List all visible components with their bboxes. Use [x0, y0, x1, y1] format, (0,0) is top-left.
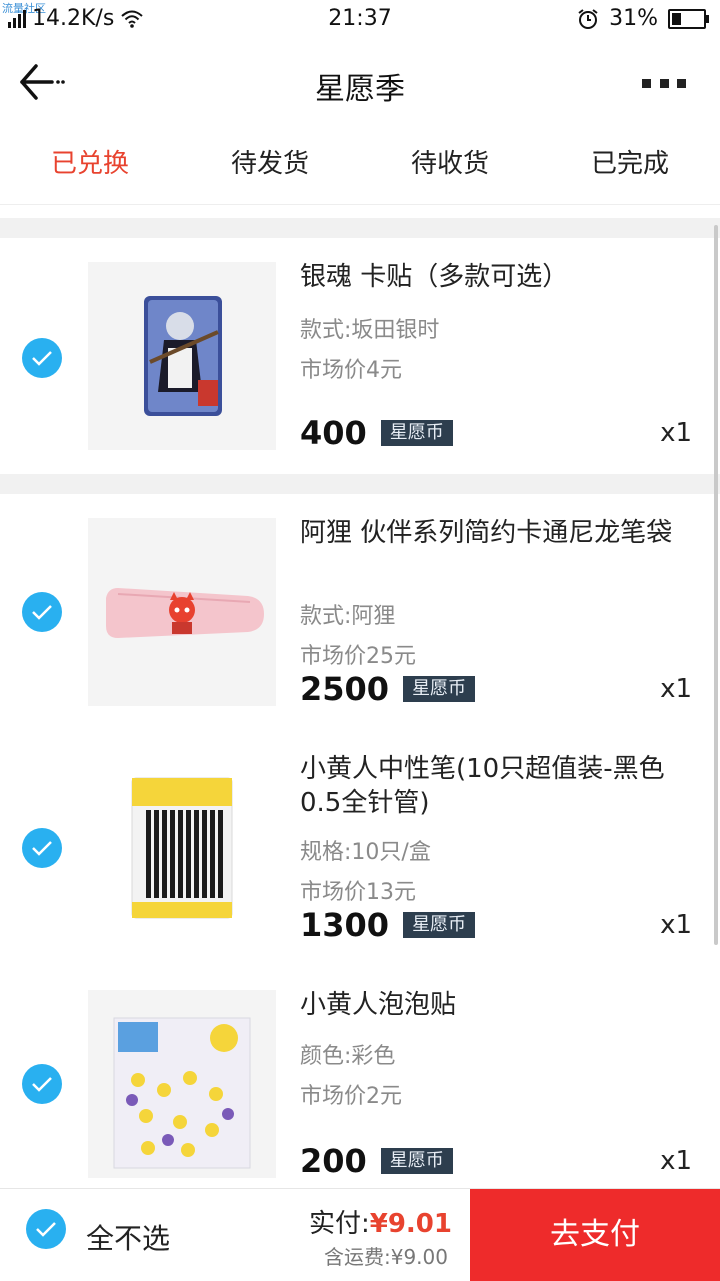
select-all-checkbox[interactable]	[26, 1209, 66, 1249]
section-divider	[0, 474, 720, 494]
pay-amount: ¥9.01	[369, 1209, 452, 1239]
header: 星愿季	[0, 40, 720, 124]
tab-pending-shipment[interactable]: 待发货	[180, 124, 360, 204]
product-image-pencil-case[interactable]	[88, 518, 276, 706]
price-row: 400 星愿币	[300, 414, 453, 452]
list-item: 小黄人中性笔(10只超值装-黑色0.5全针管) 规格:10只/盒 市场价13元 …	[0, 730, 720, 966]
battery-percent: 31%	[609, 6, 658, 31]
pay-button[interactable]: 去支付	[470, 1189, 720, 1281]
list-item: 小黄人泡泡贴 颜色:彩色 市场价2元 200 星愿币 x1	[0, 966, 720, 1188]
item-variant: 款式:坂田银时	[300, 318, 440, 343]
item-checkbox[interactable]	[22, 1064, 62, 1104]
check-icon	[32, 351, 52, 366]
check-icon	[36, 1222, 56, 1237]
puffy-stickers-image	[113, 1017, 251, 1169]
tab-completed[interactable]: 已完成	[540, 124, 720, 204]
item-checkbox[interactable]	[22, 828, 62, 868]
status-right: 31%	[577, 6, 709, 31]
item-market-price: 市场价4元	[300, 358, 402, 383]
back-arrow-icon	[20, 64, 65, 100]
currency-badge: 星愿币	[380, 1148, 453, 1174]
item-quantity: x1	[660, 674, 692, 704]
item-variant: 规格:10只/盒	[300, 840, 431, 865]
product-image-card-sticker[interactable]	[88, 262, 276, 450]
more-dot-icon	[642, 78, 651, 88]
section-divider	[0, 218, 720, 238]
tab-redeemed[interactable]: 已兑换	[0, 124, 180, 204]
list-item: 阿狸 伙伴系列简约卡通尼龙笔袋 款式:阿狸 市场价25元 2500 星愿币 x1	[0, 494, 720, 730]
more-dot-icon	[659, 78, 669, 88]
item-price: 200	[300, 1142, 367, 1180]
more-options-button[interactable]	[642, 76, 686, 90]
status-bar: 流量社区 14.2K/s 21:37 31%	[0, 0, 720, 40]
product-image-puffy-stickers[interactable]	[88, 990, 276, 1178]
check-icon	[32, 605, 52, 620]
back-button[interactable]	[18, 62, 78, 102]
battery-fill	[672, 12, 682, 25]
item-quantity: x1	[660, 1146, 692, 1176]
item-checkbox[interactable]	[22, 592, 62, 632]
price-row: 2500 星愿币	[300, 670, 476, 708]
alarm-clock-icon	[578, 8, 598, 29]
order-status-tabs: 已兑换 待发货 待收货 已完成	[0, 124, 720, 205]
pencil-case-image	[106, 588, 264, 638]
currency-badge: 星愿币	[403, 912, 476, 938]
item-quantity: x1	[660, 418, 692, 448]
payment-total: 实付:¥9.01	[309, 1203, 452, 1240]
check-icon	[32, 841, 52, 856]
item-price: 2500	[300, 670, 390, 708]
card-sticker-image	[144, 296, 222, 416]
tab-pending-receipt[interactable]: 待收货	[360, 124, 540, 204]
check-icon	[32, 1077, 52, 1092]
item-market-price: 市场价2元	[300, 1084, 402, 1109]
item-title[interactable]: 阿狸 伙伴系列简约卡通尼龙笔袋	[300, 516, 700, 550]
gel-pens-image	[131, 777, 233, 919]
checkout-bar: 全不选 实付:¥9.01 含运费:¥9.00 去支付	[0, 1188, 720, 1281]
battery-icon	[668, 8, 709, 29]
shipping-fee: 含运费:¥9.00	[324, 1245, 448, 1269]
item-price: 1300	[300, 906, 390, 944]
item-title[interactable]: 小黄人中性笔(10只超值装-黑色0.5全针管)	[300, 752, 700, 820]
select-all-label[interactable]: 全不选	[86, 1217, 170, 1257]
item-quantity: x1	[660, 910, 692, 940]
scrollbar[interactable]	[714, 225, 718, 945]
item-title[interactable]: 小黄人泡泡贴	[300, 988, 700, 1022]
currency-badge: 星愿币	[380, 420, 453, 446]
list-item: 银魂 卡贴（多款可选） 款式:坂田银时 市场价4元 400 星愿币 x1	[0, 238, 720, 474]
item-variant: 颜色:彩色	[300, 1044, 396, 1069]
item-price: 400	[300, 414, 367, 452]
more-dot-icon	[677, 78, 686, 88]
currency-badge: 星愿币	[403, 676, 476, 702]
item-market-price: 市场价13元	[300, 880, 416, 905]
price-row: 1300 星愿币	[300, 906, 476, 944]
page-title: 星愿季	[315, 72, 405, 107]
product-image-gel-pens[interactable]	[88, 754, 276, 942]
pay-label: 实付:	[308, 1209, 370, 1239]
price-row: 200 星愿币	[300, 1142, 453, 1180]
item-checkbox[interactable]	[22, 338, 62, 378]
item-market-price: 市场价25元	[300, 644, 416, 669]
item-variant: 款式:阿狸	[300, 604, 396, 629]
item-title[interactable]: 银魂 卡贴（多款可选）	[300, 260, 700, 294]
